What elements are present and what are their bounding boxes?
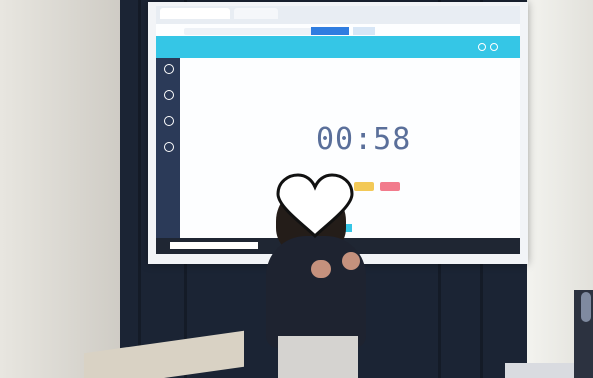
right-side-object-top bbox=[581, 292, 591, 322]
heart-icon bbox=[276, 173, 354, 239]
sidebar-item-stopwatch bbox=[158, 140, 178, 164]
toolbar-button bbox=[353, 27, 375, 35]
sidebar-item-timer bbox=[158, 114, 178, 138]
clock-icon bbox=[164, 90, 174, 100]
browser-tab bbox=[160, 8, 230, 19]
browser-tab-strip bbox=[156, 6, 520, 24]
presenter-hand bbox=[342, 252, 360, 270]
alarm-clock-icon bbox=[164, 64, 174, 74]
theme-toggle-icon bbox=[478, 43, 486, 51]
sidebar-item-alarm bbox=[158, 62, 178, 86]
sidebar-item-clock bbox=[158, 88, 178, 112]
classroom-photo: 00:58 bbox=[0, 0, 593, 378]
app-header bbox=[156, 36, 520, 58]
left-wall bbox=[0, 0, 120, 378]
curtain-fold bbox=[138, 0, 141, 378]
settings-icon bbox=[490, 43, 498, 51]
sidebar bbox=[156, 58, 180, 254]
stopwatch-icon bbox=[164, 142, 174, 152]
presenter-hand bbox=[311, 260, 331, 278]
timer-icon bbox=[164, 116, 174, 126]
reset-button bbox=[380, 182, 400, 191]
toolbar-button bbox=[311, 27, 349, 35]
taskbar-search-box bbox=[170, 242, 258, 249]
presenter-light-pants bbox=[278, 336, 358, 378]
browser-tab bbox=[234, 8, 278, 19]
countdown-display: 00:58 bbox=[316, 122, 412, 157]
address-bar bbox=[184, 28, 316, 35]
